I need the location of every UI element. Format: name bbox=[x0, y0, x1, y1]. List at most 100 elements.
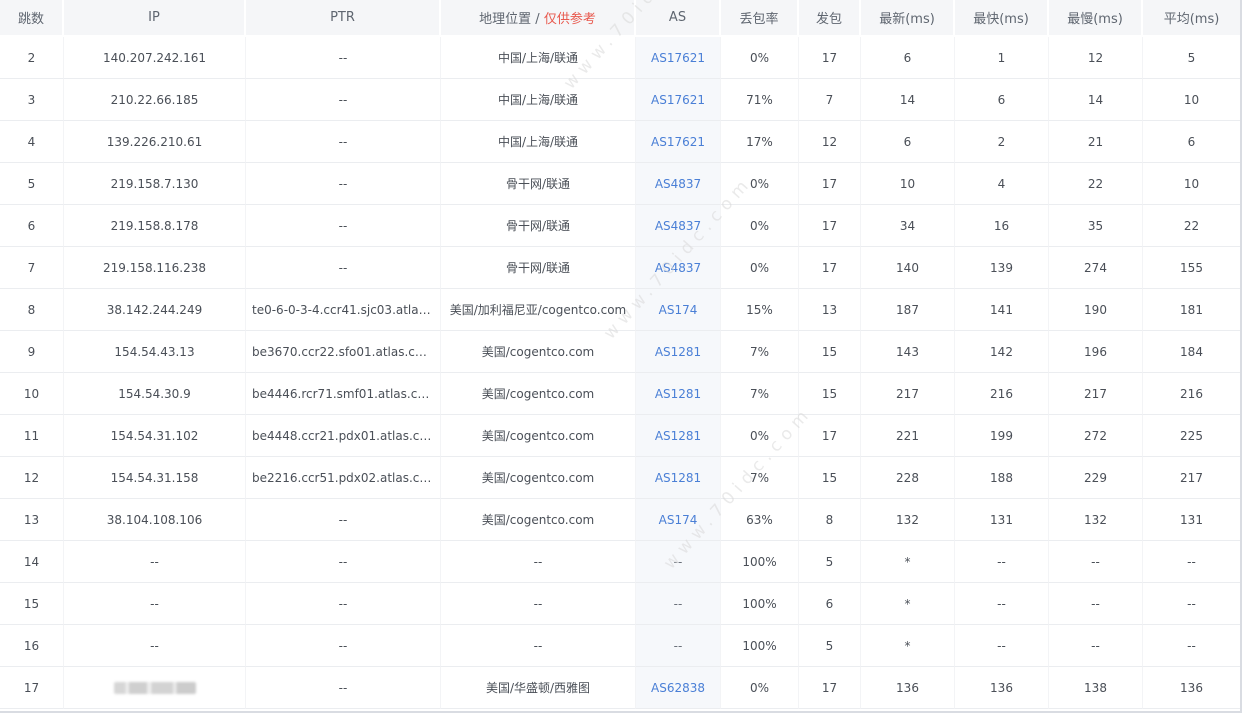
cell-hop: 10 bbox=[0, 373, 64, 415]
cell-avg: 6 bbox=[1143, 121, 1240, 163]
cell-worst: 12 bbox=[1049, 37, 1143, 79]
cell-as: AS17621 bbox=[636, 121, 721, 163]
cell-sent: 17 bbox=[799, 37, 861, 79]
table-row: 5 219.158.7.130 -- 骨干网/联通 AS4837 0% 17 10 4 22 10 bbox=[0, 163, 1240, 205]
cell-hop: 5 bbox=[0, 163, 64, 205]
cell-last: 187 bbox=[861, 289, 955, 331]
cell-as: AS1281 bbox=[636, 373, 721, 415]
col-header-best: 最快(ms) bbox=[955, 0, 1049, 37]
cell-best: 199 bbox=[955, 415, 1049, 457]
cell-loss: 0% bbox=[721, 247, 799, 289]
as-link[interactable]: AS1281 bbox=[655, 471, 701, 485]
cell-loss: 0% bbox=[721, 667, 799, 709]
cell-avg: 181 bbox=[1143, 289, 1240, 331]
cell-last: 217 bbox=[861, 373, 955, 415]
cell-sent: 17 bbox=[799, 205, 861, 247]
cell-loss: 0% bbox=[721, 163, 799, 205]
cell-ip: 154.54.30.9 bbox=[64, 373, 246, 415]
cell-last: * bbox=[861, 583, 955, 625]
cell-location: 美国/cogentco.com bbox=[441, 499, 636, 541]
cell-best: 141 bbox=[955, 289, 1049, 331]
cell-ptr: te0-6-0-3-4.ccr41.sjc03.atlas.cogentco.c… bbox=[246, 289, 441, 331]
cell-location: 中国/上海/联通 bbox=[441, 79, 636, 121]
col-header-sent: 发包 bbox=[799, 0, 861, 37]
cell-ip: 139.226.210.61 bbox=[64, 121, 246, 163]
cell-as: AS4837 bbox=[636, 163, 721, 205]
cell-sent: 17 bbox=[799, 247, 861, 289]
as-link[interactable]: AS1281 bbox=[655, 345, 701, 359]
as-link[interactable]: AS4837 bbox=[655, 261, 701, 275]
as-link[interactable]: AS174 bbox=[659, 513, 698, 527]
cell-as: AS4837 bbox=[636, 247, 721, 289]
cell-ptr: be4448.ccr21.pdx01.atlas.cogentco.com bbox=[246, 415, 441, 457]
cell-avg: -- bbox=[1143, 583, 1240, 625]
cell-loss: 100% bbox=[721, 541, 799, 583]
col-header-ptr: PTR bbox=[246, 0, 441, 37]
cell-hop: 7 bbox=[0, 247, 64, 289]
cell-ptr: be3670.ccr22.sfo01.atlas.cogentco.com bbox=[246, 331, 441, 373]
cell-as: -- bbox=[636, 541, 721, 583]
cell-sent: 8 bbox=[799, 499, 861, 541]
as-link[interactable]: AS1281 bbox=[655, 429, 701, 443]
cell-loss: 63% bbox=[721, 499, 799, 541]
as-value: -- bbox=[673, 638, 683, 653]
as-link[interactable]: AS4837 bbox=[655, 177, 701, 191]
as-link[interactable]: AS1281 bbox=[655, 387, 701, 401]
cell-worst: 196 bbox=[1049, 331, 1143, 373]
cell-avg: 22 bbox=[1143, 205, 1240, 247]
table-body: 2 140.207.242.161 -- 中国/上海/联通 AS17621 0% 17 6 1 1… bbox=[0, 37, 1240, 709]
cell-as: -- bbox=[636, 625, 721, 667]
cell-hop: 15 bbox=[0, 583, 64, 625]
table-row: 13 38.104.108.106 -- 美国/cogentco.com AS174 63… bbox=[0, 499, 1240, 541]
cell-sent: 7 bbox=[799, 79, 861, 121]
cell-ip: 219.158.8.178 bbox=[64, 205, 246, 247]
cell-as: AS1281 bbox=[636, 415, 721, 457]
cell-ptr: -- bbox=[246, 163, 441, 205]
cell-sent: 15 bbox=[799, 373, 861, 415]
cell-last: * bbox=[861, 541, 955, 583]
cell-worst: 35 bbox=[1049, 205, 1143, 247]
cell-best: -- bbox=[955, 625, 1049, 667]
col-header-location: 地理位置 / 仅供参考 bbox=[441, 0, 636, 37]
table-row: 11 154.54.31.102 be4448.ccr21.pdx01.atlas.… bbox=[0, 415, 1240, 457]
cell-ip: 154.54.43.13 bbox=[64, 331, 246, 373]
cell-hop: 3 bbox=[0, 79, 64, 121]
as-link[interactable]: AS17621 bbox=[651, 51, 705, 65]
cell-hop: 6 bbox=[0, 205, 64, 247]
cell-ip: 38.104.108.106 bbox=[64, 499, 246, 541]
cell-loss: 100% bbox=[721, 583, 799, 625]
cell-location: 美国/华盛顿/西雅图 bbox=[441, 667, 636, 709]
as-link[interactable]: AS4837 bbox=[655, 219, 701, 233]
as-link[interactable]: AS174 bbox=[659, 303, 698, 317]
cell-ptr: -- bbox=[246, 247, 441, 289]
cell-loss: 71% bbox=[721, 79, 799, 121]
cell-ptr: be4446.rcr71.smf01.atlas.cogentco.com bbox=[246, 373, 441, 415]
cell-worst: 229 bbox=[1049, 457, 1143, 499]
cell-ip bbox=[64, 667, 246, 709]
col-header-loss: 丢包率 bbox=[721, 0, 799, 37]
cell-as: AS1281 bbox=[636, 331, 721, 373]
col-header-last: 最新(ms) bbox=[861, 0, 955, 37]
cell-avg: -- bbox=[1143, 625, 1240, 667]
cell-sent: 13 bbox=[799, 289, 861, 331]
cell-avg: 217 bbox=[1143, 457, 1240, 499]
cell-last: 6 bbox=[861, 121, 955, 163]
cell-loss: 100% bbox=[721, 625, 799, 667]
cell-location: 美国/加利福尼亚/cogentco.com bbox=[441, 289, 636, 331]
cell-worst: -- bbox=[1049, 541, 1143, 583]
cell-ip: -- bbox=[64, 583, 246, 625]
cell-sent: 17 bbox=[799, 667, 861, 709]
cell-hop: 17 bbox=[0, 667, 64, 709]
cell-best: 4 bbox=[955, 163, 1049, 205]
cell-worst: 274 bbox=[1049, 247, 1143, 289]
cell-worst: 22 bbox=[1049, 163, 1143, 205]
table-row: 3 210.22.66.185 -- 中国/上海/联通 AS17621 71% 7 14 6 14… bbox=[0, 79, 1240, 121]
as-link[interactable]: AS17621 bbox=[651, 135, 705, 149]
cell-loss: 7% bbox=[721, 457, 799, 499]
cell-ip: 210.22.66.185 bbox=[64, 79, 246, 121]
as-link[interactable]: AS62838 bbox=[651, 681, 705, 695]
cell-ip: 140.207.242.161 bbox=[64, 37, 246, 79]
cell-location: 美国/cogentco.com bbox=[441, 457, 636, 499]
cell-ip: 38.142.244.249 bbox=[64, 289, 246, 331]
as-link[interactable]: AS17621 bbox=[651, 93, 705, 107]
